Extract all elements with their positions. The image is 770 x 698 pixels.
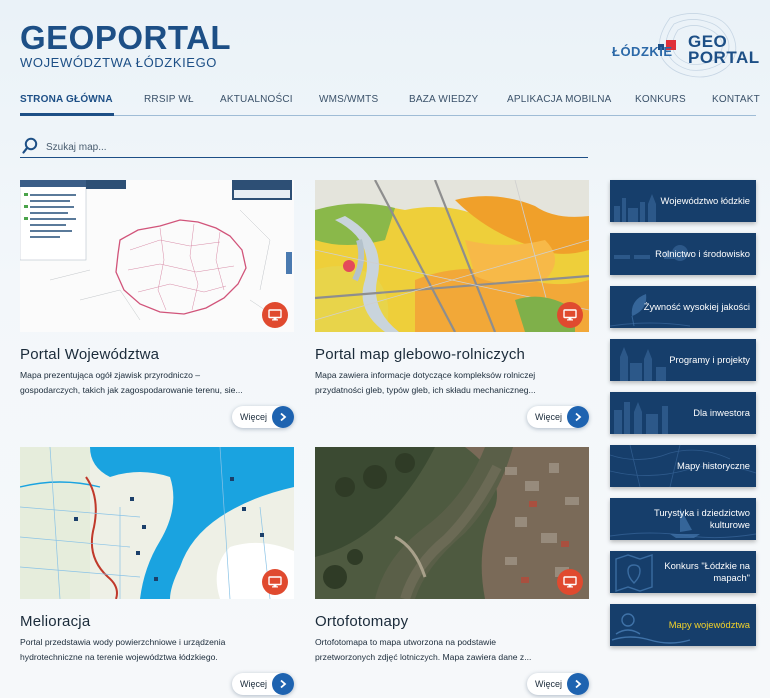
map-card-melioration: Melioracja Portal przedstawia wody powie… xyxy=(20,447,294,695)
sidebar-item-label: Mapy województwa xyxy=(668,619,750,630)
card-description: Portal przedstawia wody powierzchniowe i… xyxy=(20,635,294,665)
nav-item-contest[interactable]: KONKURS xyxy=(635,94,686,105)
chevron-right-icon xyxy=(567,406,589,428)
logo-subtitle: WOJEWÓDZTWA ŁÓDZKIEGO xyxy=(20,55,218,70)
sidebar-item-label: Programy i projekty xyxy=(669,354,750,365)
monitor-icon xyxy=(563,309,577,321)
geoportal-badge-logo[interactable]: ŁÓDZKIE GEO PORTAL xyxy=(610,10,760,82)
map-thumbnail-image xyxy=(315,447,589,599)
card-title[interactable]: Portal map glebowo-rolniczych xyxy=(315,346,589,364)
more-button-label: Więcej xyxy=(535,412,563,422)
logo-region-text: ŁÓDZKIE xyxy=(612,44,673,59)
open-map-button[interactable] xyxy=(262,569,288,595)
main-navigation: STRONA GŁÓWNA RRSIP WŁ AKTUALNOŚCI WMS/W… xyxy=(20,94,760,116)
map-card-soil: Portal map glebowo-rolniczych Mapa zawie… xyxy=(315,180,589,428)
map-thumbnail-image xyxy=(315,180,589,332)
chevron-right-icon xyxy=(272,406,294,428)
chevron-right-icon xyxy=(272,673,294,695)
sidebar-item-voivodeship-maps[interactable]: Mapy województwa xyxy=(610,604,756,646)
sidebar-item-programs[interactable]: Programy i projekty xyxy=(610,339,756,381)
sidebar-item-label: Konkurs "Łódzkie na mapach" xyxy=(664,560,750,583)
more-button[interactable]: Więcej xyxy=(527,673,589,695)
map-thumbnail-image xyxy=(20,447,294,599)
nav-item-mobile-app[interactable]: APLIKACJA MOBILNA xyxy=(507,94,612,105)
card-description: Mapa zawiera informacje dotyczące komple… xyxy=(315,368,589,398)
sidebar-item-voivodeship[interactable]: Województwo łódzkie xyxy=(610,180,756,222)
card-description-line: Portal przedstawia wody powierzchniowe i… xyxy=(20,637,226,647)
monitor-icon xyxy=(268,309,282,321)
card-title[interactable]: Portal Województwa xyxy=(20,346,294,364)
monitor-icon xyxy=(563,576,577,588)
sidebar-item-label: Żywność wysokiej jakości xyxy=(643,301,750,312)
search-input[interactable] xyxy=(46,139,576,155)
sidebar-item-label: Województwo łódzkie xyxy=(660,195,750,206)
map-search xyxy=(20,136,588,158)
card-title[interactable]: Ortofotomapy xyxy=(315,613,589,631)
card-description: Ortofotomapa to mapa utworzona na podsta… xyxy=(315,635,589,665)
card-description-line: Mapa prezentująca ogół zjawisk przyrodni… xyxy=(20,370,201,380)
nav-item-home[interactable]: STRONA GŁÓWNA xyxy=(20,94,113,105)
card-description-line: Ortofotomapa to mapa utworzona na podsta… xyxy=(315,637,497,647)
card-description-line: Mapa zawiera informacje dotyczące komple… xyxy=(315,370,536,380)
card-description-line: przetworzonych zdjęć lotniczych. Mapa za… xyxy=(315,652,532,662)
nav-item-knowledge-base[interactable]: BAZA WIEDZY xyxy=(409,94,478,105)
card-description-line: przydatności gleb, typów gleb, ich skład… xyxy=(315,385,536,395)
map-thumbnail[interactable] xyxy=(20,447,294,599)
sidebar-item-investors[interactable]: Dla inwestora xyxy=(610,392,756,434)
card-description-line: gospodarczych, takich jak zagospodarowan… xyxy=(20,385,243,395)
sidebar-item-agriculture[interactable]: Rolnictwo i środowisko xyxy=(610,233,756,275)
sidebar-item-label: Mapy historyczne xyxy=(677,460,750,471)
more-button-label: Więcej xyxy=(535,679,563,689)
card-description-line: hydrotechniczne na terenie województwa ł… xyxy=(20,652,218,662)
more-button-label: Więcej xyxy=(240,412,268,422)
site-logo[interactable]: GEOPORTAL WOJEWÓDZTWA ŁÓDZKIEGO xyxy=(20,19,232,70)
logo-geo-portal-text: GEO PORTAL xyxy=(688,33,760,67)
map-card-orthophoto: Ortofotomapy Ortofotomapa to mapa utworz… xyxy=(315,447,589,695)
sidebar-item-historical-maps[interactable]: Mapy historyczne xyxy=(610,445,756,487)
card-title[interactable]: Melioracja xyxy=(20,613,294,631)
nav-item-rrsip[interactable]: RRSIP WŁ xyxy=(144,94,194,105)
logo-title: GEOPORTAL xyxy=(20,19,232,56)
more-button[interactable]: Więcej xyxy=(527,406,589,428)
chevron-right-icon xyxy=(567,673,589,695)
monitor-icon xyxy=(268,576,282,588)
more-button-label: Więcej xyxy=(240,679,268,689)
nav-active-indicator xyxy=(20,113,114,116)
map-thumbnail[interactable] xyxy=(315,180,589,332)
map-thumbnail[interactable] xyxy=(315,447,589,599)
more-button[interactable]: Więcej xyxy=(232,673,294,695)
more-button[interactable]: Więcej xyxy=(232,406,294,428)
nav-item-contact[interactable]: KONTAKT xyxy=(712,94,760,105)
card-description: Mapa prezentująca ogół zjawisk przyrodni… xyxy=(20,368,294,398)
open-map-button[interactable] xyxy=(557,302,583,328)
map-thumbnail-image xyxy=(20,180,294,332)
map-card-portal: Portal Województwa Mapa prezentująca ogó… xyxy=(20,180,294,428)
map-thumbnail[interactable] xyxy=(20,180,294,332)
sidebar-item-label: Dla inwestora xyxy=(693,407,750,418)
sidebar-item-label: Turystyka i dziedzictwo kulturowe xyxy=(653,507,750,530)
sidebar-item-food[interactable]: Żywność wysokiej jakości xyxy=(610,286,756,328)
open-map-button[interactable] xyxy=(262,302,288,328)
logo-portal-line: PORTAL xyxy=(688,48,760,67)
open-map-button[interactable] xyxy=(557,569,583,595)
sidebar-item-contest[interactable]: Konkurs "Łódzkie na mapach" xyxy=(610,551,756,593)
sidebar-item-tourism[interactable]: Turystyka i dziedzictwo kulturowe xyxy=(610,498,756,540)
nav-item-news[interactable]: AKTUALNOŚCI xyxy=(220,94,293,105)
search-icon[interactable] xyxy=(22,137,38,155)
sidebar-item-label: Rolnictwo i środowisko xyxy=(655,248,750,259)
nav-item-wms[interactable]: WMS/WMTS xyxy=(319,94,378,105)
